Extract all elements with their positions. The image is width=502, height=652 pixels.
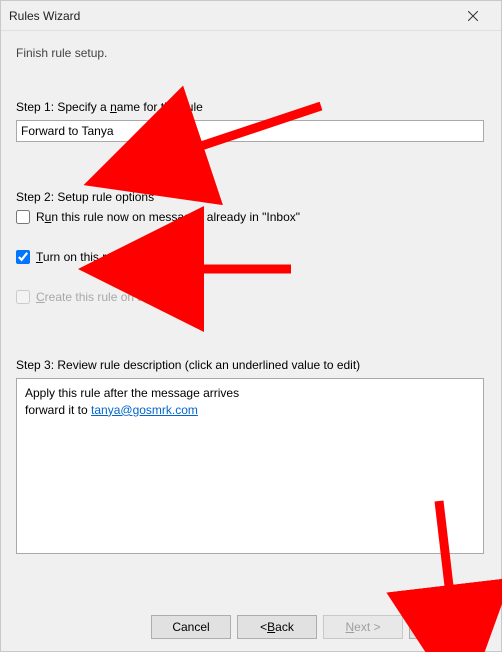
- step2-label: Step 2: Setup rule options: [16, 190, 486, 204]
- all-accounts-checkbox: [16, 290, 30, 304]
- close-icon: [468, 11, 478, 21]
- titlebar: Rules Wizard: [1, 1, 501, 31]
- desc-line-2: forward it to tanya@gosmrk.com: [25, 402, 475, 419]
- all-accounts-label: Create this rule on all accounts: [36, 290, 201, 304]
- turn-on-label: Turn on this rule: [36, 250, 122, 264]
- next-button: Next >: [323, 615, 403, 639]
- run-now-checkbox[interactable]: [16, 210, 30, 224]
- rules-wizard-window: Rules Wizard Finish rule setup. Step 1: …: [0, 0, 502, 652]
- finish-button[interactable]: Finish: [409, 615, 489, 639]
- rule-name-input[interactable]: [16, 120, 484, 142]
- forward-email-link[interactable]: tanya@gosmrk.com: [91, 403, 198, 417]
- button-row: Cancel < Back Next > Finish: [1, 615, 501, 639]
- cancel-button[interactable]: Cancel: [151, 615, 231, 639]
- window-title: Rules Wizard: [9, 9, 80, 23]
- option-run-now[interactable]: Run this rule now on messages already in…: [16, 210, 486, 224]
- desc-line-1: Apply this rule after the message arrive…: [25, 385, 475, 402]
- step1-label: Step 1: Specify a name for this rule: [16, 100, 486, 114]
- subtitle: Finish rule setup.: [16, 46, 486, 60]
- content-area: Finish rule setup. Step 1: Specify a nam…: [1, 31, 501, 554]
- close-button[interactable]: [453, 2, 493, 30]
- turn-on-checkbox[interactable]: [16, 250, 30, 264]
- option-all-accounts: Create this rule on all accounts: [16, 290, 486, 304]
- back-button[interactable]: < Back: [237, 615, 317, 639]
- run-now-label: Run this rule now on messages already in…: [36, 210, 300, 224]
- rule-description-box[interactable]: Apply this rule after the message arrive…: [16, 378, 484, 554]
- step3-label: Step 3: Review rule description (click a…: [16, 358, 486, 372]
- option-turn-on[interactable]: Turn on this rule: [16, 250, 486, 264]
